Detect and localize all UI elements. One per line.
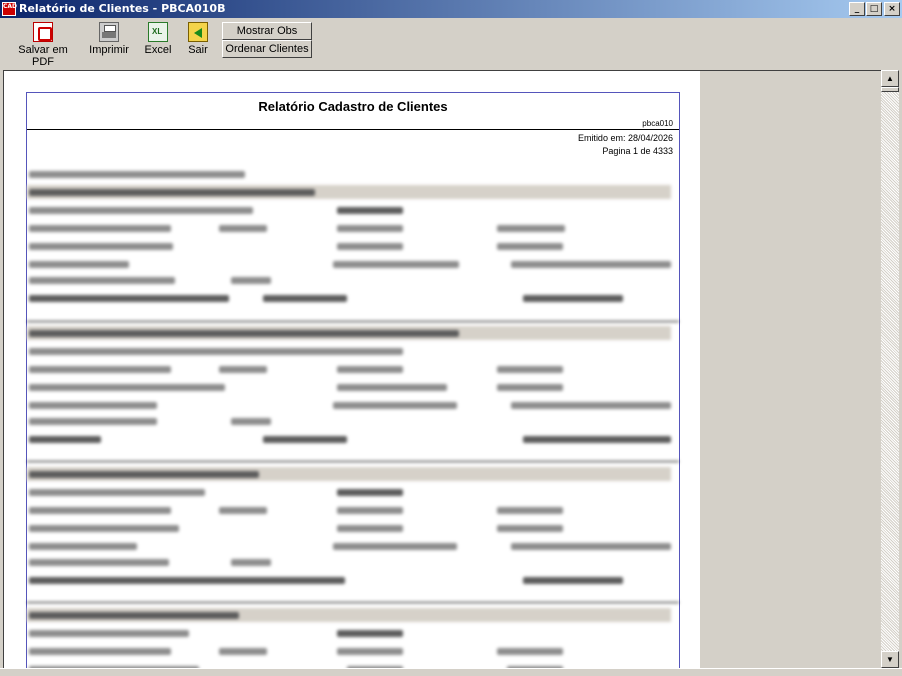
record-bar [337,243,403,250]
excel-icon [148,22,168,42]
record-bar [497,648,563,655]
record-bar [263,295,347,302]
record-bar [29,402,157,409]
record-bar [523,436,671,443]
window-title: Relatório de Clientes - PBCA010B [19,2,226,15]
record-bar [231,418,271,425]
record-bar [497,225,565,232]
record-divider [27,321,679,322]
record-bar [231,277,271,284]
record-bar [29,543,137,550]
exit-label: Sair [188,44,208,56]
record-bar [29,277,175,284]
record-bar [333,402,457,409]
record-bar [29,261,129,268]
record-bar [29,471,259,478]
maximize-button[interactable]: □ [866,2,882,16]
record-bar [29,330,459,337]
record-bar [511,402,671,409]
header-divider [27,129,679,130]
report-viewer[interactable]: Relatório Cadastro de Clientes pbca010 E… [3,70,881,668]
record-bar [29,559,169,566]
record-bar [29,507,171,514]
arrow-up-icon: ▲ [886,74,894,83]
record-bar [337,384,447,391]
print-label: Imprimir [89,44,129,56]
record-divider [27,461,679,462]
record-bar [29,577,345,584]
scroll-down-button[interactable]: ▼ [881,651,899,668]
show-obs-button[interactable]: Mostrar Obs [222,22,312,40]
vertical-scrollbar[interactable]: ▲ ▼ [881,70,899,668]
record-bar [29,225,171,232]
record-bar [333,543,457,550]
arrow-down-icon: ▼ [886,655,894,664]
record-bar [523,577,623,584]
record-bar [29,525,179,532]
record-bar [523,295,623,302]
report-page: Relatório Cadastro de Clientes pbca010 E… [26,92,680,668]
save-pdf-button[interactable]: Salvar em PDF [6,22,80,68]
scroll-up-button[interactable]: ▲ [881,70,899,87]
record-bar [219,648,267,655]
exit-icon [188,22,208,42]
toolbar: Salvar em PDF Imprimir Excel Sair Mostra… [0,18,902,68]
record-bar [29,384,225,391]
record-bar [337,507,403,514]
record-bar [337,207,403,214]
record-bar [29,189,315,196]
record-bar [497,366,563,373]
app-icon: CAD [2,2,17,16]
excel-button[interactable]: Excel [142,22,174,56]
printer-icon [99,22,119,42]
sort-clients-button[interactable]: Ordenar Clientes [222,40,312,58]
record-bar [337,225,403,232]
record-bar [511,543,671,550]
record-bar [231,559,271,566]
print-button[interactable]: Imprimir [86,22,132,56]
record-bar [29,207,253,214]
save-pdf-label: Salvar em PDF [18,44,68,68]
record-bar [29,489,205,496]
blurred-records [27,163,679,668]
record-bar [219,507,267,514]
exit-button[interactable]: Sair [184,22,212,56]
issued-date: Emitido em: 28/04/2026 [577,133,673,143]
report-title: Relatório Cadastro de Clientes [258,99,448,114]
record-bar [29,243,173,250]
window-titlebar[interactable]: CAD Relatório de Clientes - PBCA010B _ □… [0,0,902,18]
record-bar [333,261,459,268]
status-bar [0,668,902,676]
record-bar [29,630,189,637]
record-bar [29,648,171,655]
record-bar [263,436,347,443]
record-bar [337,525,403,532]
record-bar [337,366,403,373]
minimize-button[interactable]: _ [849,2,865,16]
record-bar [29,436,101,443]
record-bar [29,171,245,178]
record-bar [497,384,563,391]
record-bar [337,648,403,655]
excel-label: Excel [144,44,172,56]
pdf-icon [33,22,53,42]
record-bar [29,612,239,619]
record-bar [29,418,157,425]
close-button[interactable]: × [884,2,900,16]
record-bar [337,489,403,496]
scroll-thumb[interactable] [881,87,899,92]
page-indicator: Pagina 1 de 4333 [602,146,673,156]
record-bar [29,366,171,373]
record-bar [29,348,403,355]
record-bar [497,243,563,250]
report-code: pbca010 [642,119,673,128]
record-bar [337,630,403,637]
record-divider [27,602,679,603]
record-bar [219,225,267,232]
record-bar [29,295,229,302]
record-bar [511,261,671,268]
record-bar [497,525,563,532]
record-bar [497,507,563,514]
record-bar [219,366,267,373]
